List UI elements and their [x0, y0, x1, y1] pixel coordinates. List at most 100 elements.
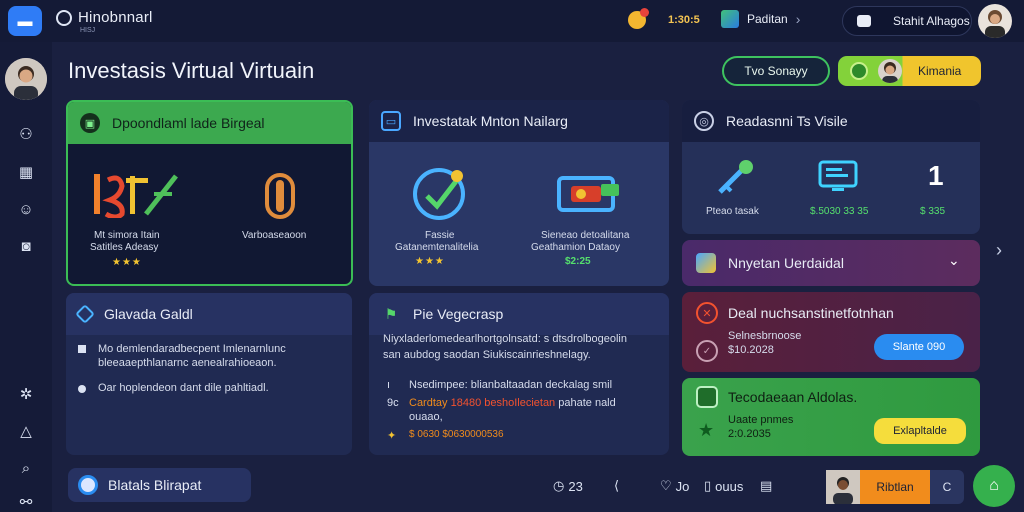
card-title: Pie Vegecrasp — [413, 306, 504, 322]
card-line: Satitles Adeasy — [90, 242, 159, 253]
target-icon: ✕ — [696, 302, 718, 324]
chevron-down-icon: ⌄ — [948, 252, 960, 268]
avatar[interactable] — [978, 4, 1012, 38]
key-icon — [718, 160, 753, 194]
reply-button[interactable]: Ribtlan — [860, 470, 930, 504]
sidebar-item-search[interactable]: ⌕ — [16, 458, 36, 478]
heart-icon: ♡ — [660, 478, 672, 493]
card-technology[interactable]: Tecodaeaan Aldolas. ★ Uaate pnmes 2:0.20… — [682, 378, 980, 456]
card-featured[interactable]: ▣ Dpoondlaml lade Birgeal Mt simora Itai… — [66, 100, 353, 286]
card-readiness[interactable]: ◎ Readasnni Ts Visile Pteao tasak $.5030… — [682, 100, 980, 234]
history-button[interactable]: ◷ 23 — [553, 478, 583, 494]
document-icon — [696, 253, 716, 273]
calendar-icon: ▦ — [18, 164, 34, 181]
user-icon: ⚇ — [19, 126, 33, 143]
card-overview[interactable]: ⚑ Pie Vegecrasp Niyxladerlomedearlhortgo… — [369, 293, 669, 455]
card-line: 2:0.2035 — [728, 428, 771, 440]
history-count: 23 — [568, 478, 583, 494]
bullet-icon — [78, 385, 86, 393]
sidebar-avatar[interactable] — [5, 58, 47, 100]
camera-icon: ◙ — [21, 237, 31, 255]
profile-button[interactable]: Kimania — [838, 56, 981, 86]
share-icon: ⟨ — [614, 478, 620, 493]
clock-icon: ◷ — [553, 478, 565, 493]
dropdown-row[interactable]: Nnyetan Uerdaidal ⌄ — [682, 240, 980, 286]
explore-button[interactable]: Exlapltalde — [874, 418, 966, 444]
card-line: Sieneao detoalitana — [541, 230, 630, 241]
coin-bag-icon — [628, 8, 649, 29]
bottom-chip[interactable]: Blatals Blirapat — [68, 468, 251, 502]
handshake-icon: ✓ — [696, 340, 718, 362]
check-circle-icon — [413, 168, 465, 220]
list-item-cont: ouaao, — [409, 411, 443, 423]
print-button[interactable]: ▤ — [760, 478, 772, 494]
gallery-text: ouus — [715, 478, 744, 494]
app-menu-icon[interactable]: ▬ — [8, 6, 42, 36]
sidebar-item-media[interactable]: ◙ — [16, 236, 36, 256]
share-button[interactable]: ⟨ — [614, 478, 619, 494]
sidebar-item-support[interactable]: ☺ — [16, 199, 36, 219]
sidebar-item-share[interactable]: ⚯ — [16, 492, 36, 512]
brand-sub: HISJ — [80, 27, 96, 34]
list-item-icon: ✦ — [387, 430, 397, 442]
sidebar-item-profile[interactable]: ⚇ — [16, 124, 36, 144]
profile-button-label: Kimania — [918, 64, 962, 78]
reply-box[interactable]: Ribtlan C — [826, 470, 964, 505]
coin-value: 1:30:5 — [668, 14, 700, 26]
list-item-icon: ı — [387, 379, 391, 391]
screen-icon — [818, 160, 858, 191]
chevron-right-icon[interactable]: › — [996, 240, 1002, 261]
like-button[interactable]: ♡ Jo — [660, 478, 689, 494]
card-line: Selnesbrnoose — [728, 330, 802, 342]
card-header: ◎ Readasnni Ts Visile — [682, 100, 980, 142]
list-item: Nsedimpee: blianbaltaadan deckalag smil — [409, 379, 613, 391]
flag-icon: ⚑ — [384, 305, 398, 322]
card-line: Uaate pnmes — [728, 414, 794, 426]
card-title: Dpoondlaml lade Birgeal — [112, 115, 265, 131]
list-item-suffix: pahate nald — [558, 397, 616, 409]
brand-name: Hinobnnarl — [78, 9, 153, 26]
sidebar — [0, 42, 52, 512]
home-fab-button[interactable]: ⌂ — [973, 465, 1015, 507]
chevron-right-icon: › — [795, 11, 801, 27]
card-label: Varboaseaoon — [242, 230, 307, 241]
compass-icon: ◎ — [694, 111, 714, 131]
search-icon: ⌕ — [21, 459, 31, 477]
notification-coins[interactable]: 1:30:5 — [628, 8, 700, 29]
gallery-button[interactable]: ▯ ouus — [704, 478, 743, 494]
card-line: Pteao tasak — [706, 206, 759, 217]
monitor-icon: ▭ — [381, 111, 401, 131]
brand: Hinobnnarl HISJ — [56, 9, 153, 34]
camera-icon — [857, 15, 871, 27]
breadcrumb[interactable]: Paditan › — [721, 10, 800, 28]
rating-stars: ★★★ — [112, 257, 142, 268]
sidebar-item-alerts[interactable]: △ — [16, 421, 36, 441]
capsule-icon — [265, 173, 295, 219]
card-title: Readasnni Ts Visile — [726, 113, 848, 129]
bullet-icon — [78, 345, 86, 353]
avatar — [878, 59, 902, 83]
card-line: $10.2028 — [728, 344, 774, 356]
card-value: $ 335 — [920, 206, 946, 217]
deal-action-button[interactable]: Slante 090 — [874, 334, 964, 360]
card-line: Geathamion Dataoy — [531, 242, 620, 253]
card-investment[interactable]: ▭ Investatak Mnton Nailarg Fassie Gatane… — [369, 100, 669, 286]
smile-icon — [850, 62, 868, 80]
card-title: Investatak Mnton Nailarg — [413, 113, 568, 129]
card-line: bleeaaepthlanarnc aenealrahioeaon. — [98, 357, 277, 369]
avatar — [826, 470, 860, 505]
list-item-highlight: 18480 beshoIlecietan — [450, 397, 556, 409]
sidebar-item-calendar[interactable]: ▦ — [16, 162, 36, 182]
card-guide[interactable]: Glavada Galdl Mo demlendaradbecpent Imle… — [66, 293, 352, 455]
chart-logo-icon — [94, 174, 178, 218]
user-pill[interactable]: Stahit Alhagos — [842, 6, 972, 36]
home-icon: ⌂ — [989, 477, 999, 494]
card-line: Gatanemtenalitelia — [395, 242, 479, 253]
page-title: Investasis Virtual Virtuain — [68, 58, 315, 83]
outline-button[interactable]: Tvo Sonayy — [722, 56, 830, 86]
sidebar-item-settings[interactable]: ✲ — [16, 384, 36, 404]
reply-extra[interactable]: C — [930, 480, 964, 494]
card-title: Glavada Galdl — [104, 306, 193, 322]
card-deal[interactable]: ✕ Deal nuchsanstinetfotnhan ✓ Selnesbrno… — [682, 292, 980, 372]
warning-icon: △ — [20, 423, 32, 440]
